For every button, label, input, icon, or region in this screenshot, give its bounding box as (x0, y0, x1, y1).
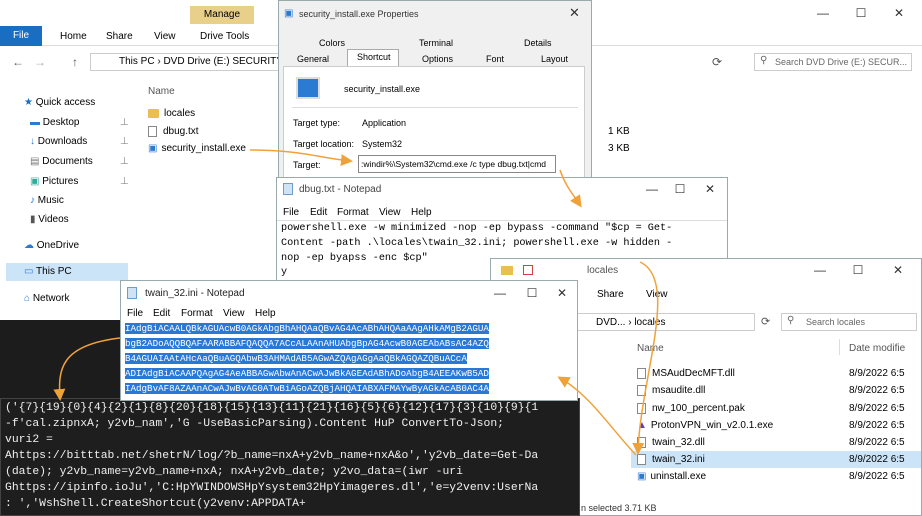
watermark: 安全客 ( www.anquanke.com ) (702, 492, 864, 506)
arrow-target-to-notepad (559, 169, 582, 208)
arrow-notepad2-to-console (53, 337, 121, 401)
arrow-ini-to-notepad2 (557, 376, 637, 456)
flow-arrows (53, 149, 659, 456)
arrow-shortcut-to-target (249, 149, 353, 167)
arrow-notepad-to-ini (632, 261, 659, 455)
